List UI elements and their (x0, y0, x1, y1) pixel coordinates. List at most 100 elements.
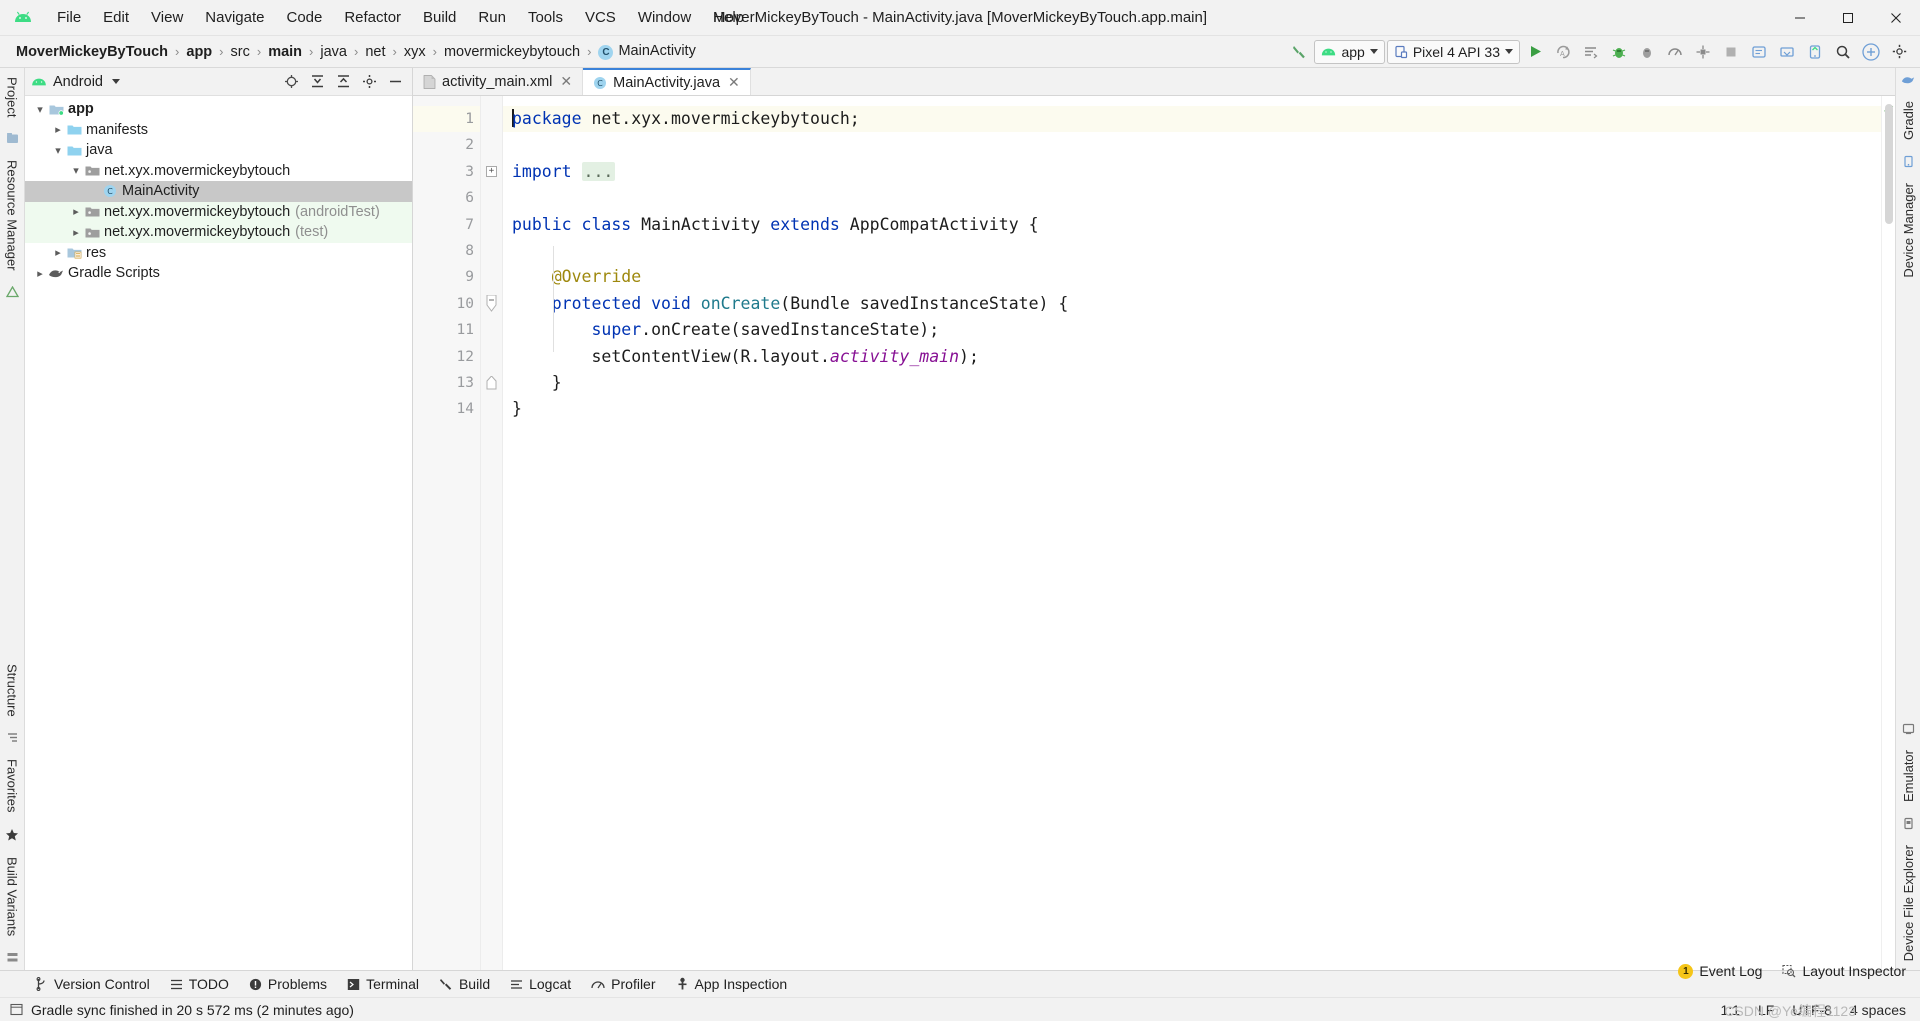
bottom-tab-build[interactable]: Build (430, 973, 499, 995)
settings-gear-icon[interactable] (1886, 40, 1912, 64)
tree-node-manifests[interactable]: ▸ manifests (25, 120, 412, 141)
menu-refactor[interactable]: Refactor (333, 5, 412, 30)
code-line-1[interactable]: package net.xyx.movermickeybytouch; (503, 106, 1881, 133)
sidebar-tab-structure[interactable]: Structure (1, 655, 24, 726)
sidebar-tab-project[interactable]: Project (1, 68, 24, 126)
chevron-right-icon[interactable]: ▸ (33, 267, 47, 280)
collapsed-imports-placeholder[interactable]: ... (581, 161, 616, 181)
debug-button[interactable] (1606, 40, 1632, 64)
menu-file[interactable]: File (46, 5, 92, 30)
code-line-7[interactable]: public class MainActivity extends AppCom… (503, 212, 1881, 238)
file-encoding[interactable]: UTF-8 (1792, 1002, 1832, 1018)
menu-window[interactable]: Window (627, 5, 702, 30)
run-button[interactable] (1522, 40, 1548, 64)
menu-navigate[interactable]: Navigate (194, 5, 275, 30)
chevron-right-icon[interactable]: ▸ (69, 205, 83, 218)
hide-panel-icon[interactable] (384, 71, 406, 93)
sidebar-tab-device-manager[interactable]: Device Manager (1897, 174, 1920, 287)
chevron-right-icon[interactable]: ▸ (69, 226, 83, 239)
breadcrumb-java[interactable]: java (316, 43, 351, 61)
tree-node-mainactivity[interactable]: ▸ C MainActivity (25, 181, 412, 202)
code-line-9[interactable]: @Override (503, 264, 1881, 290)
bottom-tab-profiler[interactable]: Profiler (582, 973, 664, 995)
editor-tab-mainactivity-java[interactable]: C MainActivity.java ✕ (583, 68, 751, 95)
menu-tools[interactable]: Tools (517, 5, 574, 30)
breadcrumb-app[interactable]: app (182, 43, 216, 61)
code-line-12[interactable]: setContentView(R.layout.activity_main); (503, 344, 1881, 370)
project-files-icon[interactable] (6, 126, 19, 151)
event-log-widget[interactable]: 1 Event Log (1678, 963, 1762, 979)
device-file-explorer-icon[interactable] (1902, 811, 1915, 836)
expand-fold-icon[interactable]: + (486, 166, 497, 178)
breadcrumb-project[interactable]: MoverMickeyByTouch (12, 43, 172, 61)
breadcrumb-src[interactable]: src (227, 43, 254, 61)
sidebar-tab-build-variants[interactable]: Build Variants (1, 848, 24, 945)
tree-node-gradle-scripts[interactable]: ▸ Gradle Scripts (25, 263, 412, 284)
code-line-10[interactable]: protected void onCreate(Bundle savedInst… (503, 291, 1881, 317)
apply-changes-button[interactable]: A (1550, 40, 1576, 64)
menu-build[interactable]: Build (412, 5, 467, 30)
device-manager-icon[interactable] (1902, 149, 1915, 174)
expand-all-icon[interactable] (306, 71, 328, 93)
sidebar-tab-emulator[interactable]: Emulator (1897, 741, 1920, 811)
indent-setting[interactable]: 4 spaces (1850, 1002, 1906, 1018)
bottom-tab-todo[interactable]: TODO (161, 973, 238, 995)
code-line-3[interactable]: import ... (503, 159, 1881, 185)
sidebar-tab-gradle[interactable]: Gradle (1897, 92, 1920, 149)
structure-icon[interactable] (6, 725, 19, 750)
attach-debugger-button[interactable] (1634, 40, 1660, 64)
bottom-tab-version-control[interactable]: Version Control (26, 973, 159, 995)
sidebar-tab-favorites[interactable]: Favorites (1, 750, 24, 821)
menu-vcs[interactable]: VCS (574, 5, 627, 30)
emulator-icon[interactable] (1902, 716, 1915, 741)
resource-icon[interactable] (5, 280, 19, 305)
tree-node-java[interactable]: ▾ java (25, 140, 412, 161)
chevron-right-icon[interactable]: ▸ (51, 246, 65, 259)
settings-gear-icon[interactable] (358, 71, 380, 93)
account-avatar[interactable] (1858, 40, 1884, 64)
breadcrumb-class[interactable]: C MainActivity (594, 42, 699, 61)
device-selector[interactable]: Pixel 4 API 33 (1386, 39, 1520, 64)
tree-node-package-test[interactable]: ▸ net.xyx.movermickeybytouch (test) (25, 222, 412, 243)
code-line-14[interactable]: } (503, 396, 1881, 422)
menu-edit[interactable]: Edit (92, 5, 140, 30)
menu-run[interactable]: Run (467, 5, 517, 30)
menu-view[interactable]: View (140, 5, 194, 30)
maximize-button[interactable] (1824, 0, 1872, 36)
menu-help[interactable]: Help (702, 5, 755, 30)
tree-node-app[interactable]: ▾ app (25, 99, 412, 120)
caret-position[interactable]: 1:1 (1720, 1002, 1739, 1018)
chevron-down-icon[interactable]: ▾ (51, 144, 65, 157)
layout-inspector-widget[interactable]: Layout Inspector (1782, 963, 1906, 979)
device-manager-button[interactable] (1690, 40, 1716, 64)
avd-manager-button[interactable] (1802, 40, 1828, 64)
run-configuration-selector[interactable]: app (1314, 39, 1385, 64)
bottom-tab-logcat[interactable]: Logcat (501, 973, 580, 995)
tree-node-package-androidtest[interactable]: ▸ net.xyx.movermickeybytouch (androidTes… (25, 201, 412, 222)
close-icon[interactable]: ✕ (726, 74, 742, 91)
bottom-tab-terminal[interactable]: Terminal (338, 973, 428, 995)
close-icon[interactable]: ✕ (558, 73, 574, 90)
star-icon[interactable] (5, 822, 19, 848)
stop-button[interactable] (1718, 40, 1744, 64)
editor-scrollbar-thumb[interactable] (1885, 104, 1893, 224)
editor-tab-activity-main-xml[interactable]: activity_main.xml ✕ (413, 68, 584, 95)
menu-code[interactable]: Code (275, 5, 333, 30)
code-line-2[interactable] (503, 132, 1881, 158)
breadcrumb-main[interactable]: main (264, 43, 306, 61)
build-button[interactable] (1286, 40, 1312, 64)
breadcrumb-net[interactable]: net (361, 43, 389, 61)
code-line-6[interactable] (503, 185, 1881, 211)
code-line-13[interactable]: } (503, 370, 1881, 396)
profiler-button[interactable] (1662, 40, 1688, 64)
select-opened-file-icon[interactable] (280, 71, 302, 93)
minimize-button[interactable] (1776, 0, 1824, 36)
bottom-tab-problems[interactable]: Problems (240, 973, 336, 995)
line-separator[interactable]: LF (1758, 1002, 1774, 1018)
code-text-area[interactable]: package net.xyx.movermickeybytouch; impo… (503, 96, 1881, 970)
close-button[interactable] (1872, 0, 1920, 36)
code-line-8[interactable] (503, 238, 1881, 264)
fold-marker-imports[interactable]: + (481, 159, 502, 185)
bottom-tab-app-inspection[interactable]: App Inspection (667, 973, 797, 995)
inspection-marker-bar[interactable]: ✔ (1881, 96, 1895, 970)
